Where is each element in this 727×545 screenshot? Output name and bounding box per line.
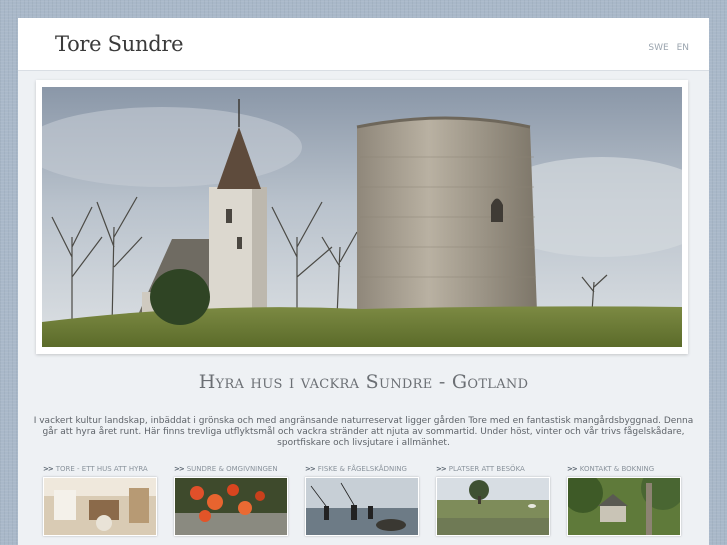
- nav-label: >> Platser att besöka: [436, 465, 525, 473]
- intro-text: I vackert kultur landskap, inbäddat i gr…: [33, 416, 694, 448]
- lang-swe-link[interactable]: SWE: [648, 43, 668, 53]
- nav-contact-booking[interactable]: >> Kontakt & bokning: [567, 464, 685, 536]
- site-logo[interactable]: Tore Sundre: [55, 32, 184, 56]
- header: Tore Sundre SWE EN: [18, 18, 709, 71]
- page-title: Hyra hus i vackra Sundre - Gotland: [198, 371, 529, 393]
- nav-label: >> Kontakt & bokning: [567, 465, 655, 473]
- page-container: Tore Sundre SWE EN Hyra hus i vackra Sun…: [18, 18, 709, 545]
- nav-tore-house[interactable]: >> Tore - ett hus att hyra: [43, 464, 161, 536]
- thumb-interior-image[interactable]: [43, 477, 157, 536]
- thumb-landscape-image[interactable]: [436, 477, 550, 536]
- hero-frame: [36, 80, 688, 354]
- lang-en-link[interactable]: EN: [677, 43, 689, 53]
- nav-label: >> Tore - ett hus att hyra: [43, 465, 148, 473]
- hero-image: [42, 87, 682, 347]
- language-switcher: SWE EN: [643, 43, 689, 53]
- thumb-flowers-image[interactable]: [174, 477, 288, 536]
- nav-label: >> Sundre & omgivningen: [174, 465, 278, 473]
- thumb-fishing-image[interactable]: [305, 477, 419, 536]
- nav-fishing-birding[interactable]: >> Fiske & fågelskådning: [305, 464, 423, 536]
- thumb-cottage-image[interactable]: [567, 477, 681, 536]
- nav-sundre-area[interactable]: >> Sundre & omgivningen: [174, 464, 292, 536]
- nav-label: >> Fiske & fågelskådning: [305, 465, 407, 473]
- nav-places-to-visit[interactable]: >> Platser att besöka: [436, 464, 554, 536]
